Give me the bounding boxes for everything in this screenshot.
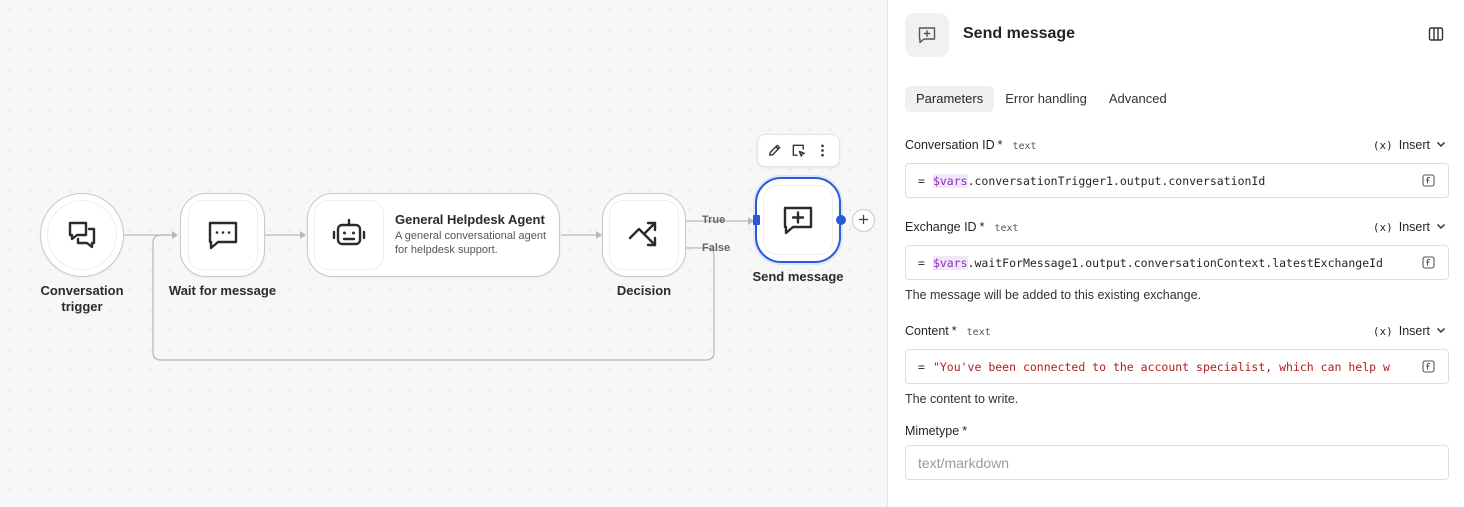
function-icon[interactable] [1422, 360, 1435, 373]
add-node-button[interactable] [852, 209, 875, 232]
more-vertical-icon[interactable] [812, 140, 834, 162]
node-label-conversation-trigger: Conversation trigger [40, 283, 124, 314]
node-wait-for-message[interactable] [180, 193, 265, 277]
content-help: The content to write. [905, 392, 1019, 406]
variable-icon: (x) [1372, 220, 1393, 234]
exchange-id-input[interactable]: = $vars.waitForMessage1.output.conversat… [905, 245, 1449, 280]
panel-title: Send message [963, 25, 1076, 42]
field-label-exchange-id: Exchange ID * text [905, 220, 1019, 234]
insert-button-conversation-id[interactable]: (x) Insert [1373, 138, 1446, 152]
field-label-mimetype: Mimetype * [905, 424, 968, 438]
variable-icon: (x) [1372, 324, 1393, 338]
chat-bubbles-icon [65, 218, 99, 252]
insert-button-exchange-id[interactable]: (x) Insert [1373, 220, 1446, 234]
field-label-content: Content * text [905, 324, 991, 338]
chevron-down-icon [1436, 220, 1446, 234]
chevron-down-icon [1436, 324, 1446, 338]
branch-arrows-icon [627, 218, 661, 252]
insert-button-content[interactable]: (x) Insert [1373, 324, 1446, 338]
node-label-decision: Decision [616, 283, 672, 298]
message-dots-icon [206, 218, 240, 252]
layout-toggle-icon[interactable] [1428, 26, 1446, 44]
node-label-send-message: Send message [752, 269, 844, 284]
panel-tabs: Parameters Error handling Advanced [905, 86, 1178, 112]
agent-title: General Helpdesk Agent [395, 212, 545, 227]
workflow-canvas[interactable]: Conversation trigger Wait for message Ge… [0, 0, 887, 507]
tab-parameters[interactable]: Parameters [905, 86, 995, 112]
tab-advanced[interactable]: Advanced [1098, 86, 1178, 112]
node-decision[interactable] [602, 193, 686, 277]
content-input[interactable]: = "You've been connected to the account … [905, 349, 1449, 384]
node-send-message[interactable] [755, 177, 841, 263]
input-handle[interactable] [753, 215, 760, 225]
agent-description: A general conversational agent for helpd… [395, 230, 547, 256]
robot-icon [332, 216, 366, 255]
node-label-wait-for-message: Wait for message [168, 283, 277, 298]
message-plus-icon [905, 13, 949, 57]
field-label-conversation-id: Conversation ID * text [905, 138, 1037, 152]
function-icon[interactable] [1422, 174, 1435, 187]
mimetype-input[interactable]: text/markdown [905, 445, 1449, 480]
select-icon[interactable] [787, 140, 809, 162]
plus-icon [858, 212, 869, 230]
function-icon[interactable] [1422, 256, 1435, 269]
node-toolbar [757, 134, 840, 167]
conversation-id-input[interactable]: = $vars.conversationTrigger1.output.conv… [905, 163, 1449, 198]
chevron-down-icon [1436, 138, 1446, 152]
output-handle[interactable] [836, 215, 846, 225]
edge-label-false: False [702, 242, 731, 254]
edge-label-true: True [702, 214, 726, 226]
properties-panel: Send message Parameters Error handling A… [887, 0, 1464, 507]
variable-icon: (x) [1372, 138, 1393, 152]
exchange-id-help: The message will be added to this existi… [905, 288, 1202, 302]
node-general-helpdesk-agent[interactable]: General Helpdesk Agent A general convers… [307, 193, 560, 277]
message-plus-icon [781, 203, 815, 237]
node-conversation-trigger[interactable] [40, 193, 124, 277]
pencil-icon[interactable] [763, 140, 785, 162]
tab-error-handling[interactable]: Error handling [994, 86, 1098, 112]
